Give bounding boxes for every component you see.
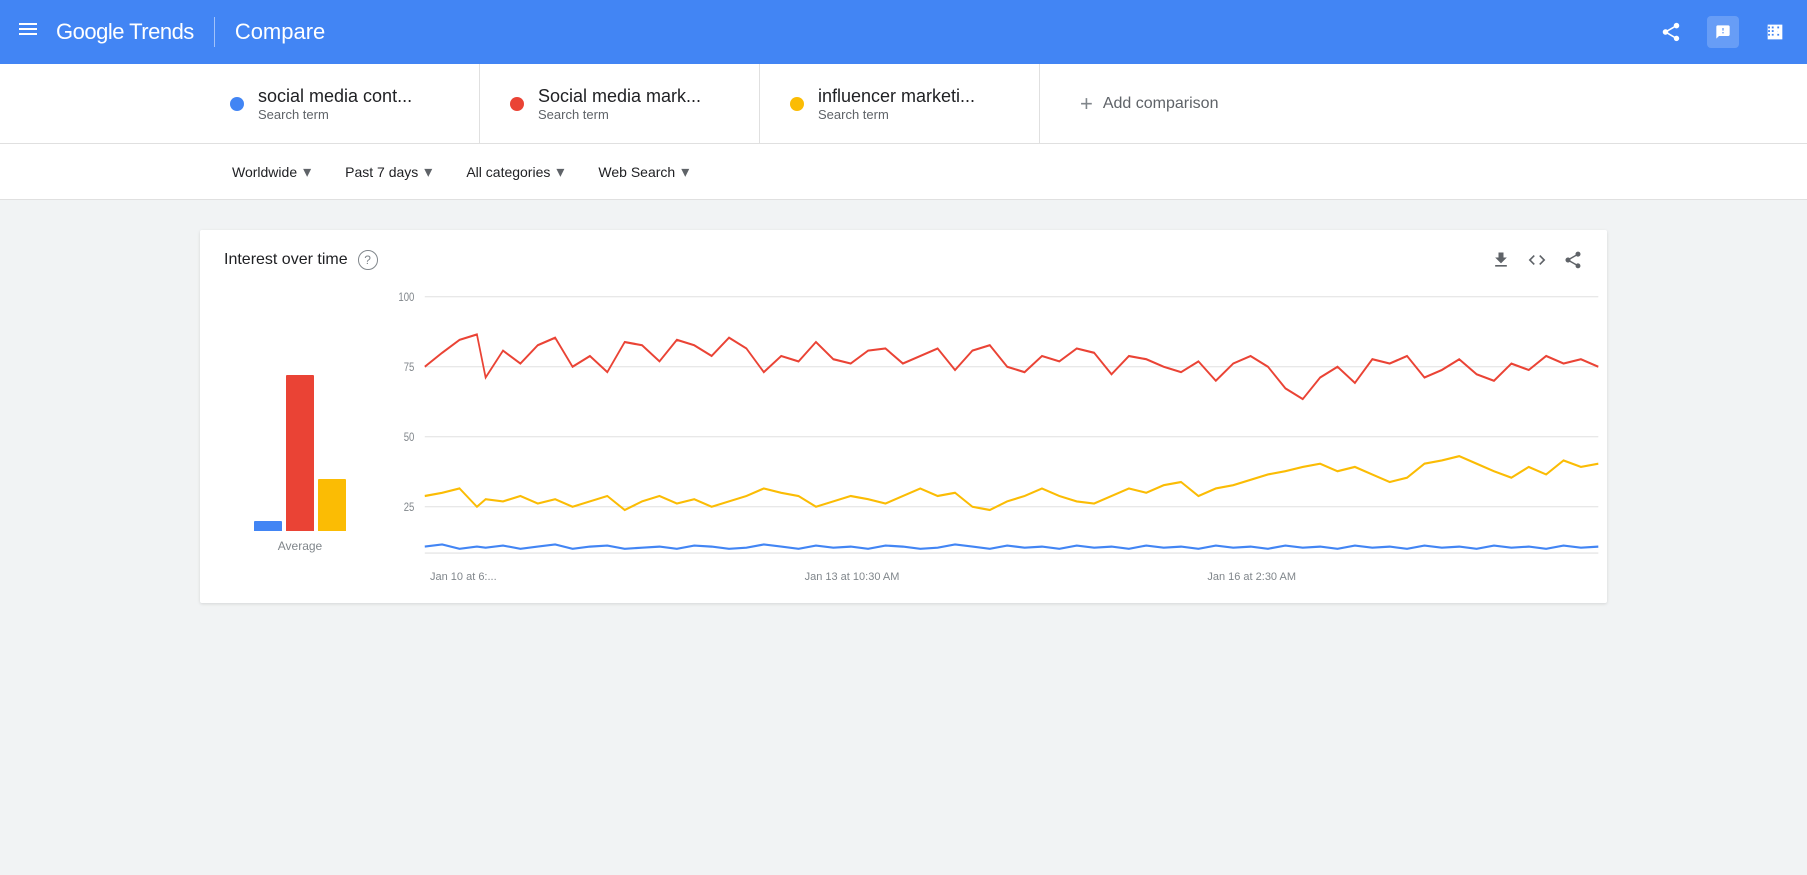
average-bar-chart: Average <box>210 286 390 583</box>
download-icon[interactable] <box>1491 250 1511 270</box>
feedback-icon[interactable] <box>1707 16 1739 48</box>
blue-line <box>425 544 1599 548</box>
add-comparison-button[interactable]: + Add comparison <box>1040 91 1258 117</box>
svg-text:100: 100 <box>398 291 414 304</box>
term1-label: social media cont... <box>258 86 412 107</box>
apps-icon[interactable] <box>1759 16 1791 48</box>
x-label-3: Jan 16 at 2:30 AM <box>1207 571 1296 583</box>
geo-filter[interactable]: Worldwide ▾ <box>220 156 323 188</box>
search-term-2[interactable]: Social media mark... Search term <box>480 64 760 143</box>
bar-yellow <box>318 479 346 531</box>
search-term-3[interactable]: influencer marketi... Search term <box>760 64 1040 143</box>
help-icon[interactable]: ? <box>358 250 378 270</box>
term3-label: influencer marketi... <box>818 86 975 107</box>
header: Google Trends Compare <box>0 0 1807 64</box>
line-chart-area: 100 75 50 25 Jan 10 <box>390 286 1607 583</box>
search-term-1[interactable]: social media cont... Search term <box>200 64 480 143</box>
interest-over-time-card: Interest over time ? <box>200 230 1607 603</box>
app-logo: Google Trends <box>56 19 194 45</box>
svg-text:50: 50 <box>404 431 415 444</box>
term3-dot <box>790 97 804 111</box>
add-comparison-label: Add comparison <box>1103 95 1219 113</box>
page-title: Compare <box>235 19 325 45</box>
search-type-filter[interactable]: Web Search ▾ <box>586 156 701 188</box>
term3-text: influencer marketi... Search term <box>818 86 975 122</box>
x-label-1: Jan 10 at 6:... <box>430 571 497 583</box>
term2-type: Search term <box>538 107 701 122</box>
yellow-line <box>425 456 1599 510</box>
search-terms-bar: social media cont... Search term Social … <box>0 64 1807 144</box>
term3-type: Search term <box>818 107 975 122</box>
line-chart-svg: 100 75 50 25 <box>390 286 1607 566</box>
svg-text:25: 25 <box>404 501 415 514</box>
menu-icon[interactable] <box>16 17 40 47</box>
bar-red <box>286 375 314 531</box>
main-content: Interest over time ? <box>0 200 1807 623</box>
share-chart-icon[interactable] <box>1563 250 1583 270</box>
chart-body: Average 100 75 50 25 <box>200 286 1607 583</box>
search-type-filter-arrow: ▾ <box>681 162 689 182</box>
chart-actions <box>1491 250 1583 270</box>
bar-container <box>254 331 346 531</box>
term2-text: Social media mark... Search term <box>538 86 701 122</box>
time-filter[interactable]: Past 7 days ▾ <box>333 156 444 188</box>
chart-header: Interest over time ? <box>200 250 1607 286</box>
x-axis-labels: Jan 10 at 6:... Jan 13 at 10:30 AM Jan 1… <box>390 571 1607 583</box>
term2-label: Social media mark... <box>538 86 701 107</box>
term2-dot <box>510 97 524 111</box>
term1-dot <box>230 97 244 111</box>
add-icon: + <box>1080 91 1093 117</box>
filter-bar: Worldwide ▾ Past 7 days ▾ All categories… <box>0 144 1807 200</box>
term1-text: social media cont... Search term <box>258 86 412 122</box>
term1-type: Search term <box>258 107 412 122</box>
share-icon[interactable] <box>1655 16 1687 48</box>
embed-icon[interactable] <box>1527 250 1547 270</box>
x-label-2: Jan 13 at 10:30 AM <box>805 571 900 583</box>
category-filter[interactable]: All categories ▾ <box>454 156 576 188</box>
header-actions <box>1655 16 1791 48</box>
time-filter-label: Past 7 days <box>345 164 418 180</box>
category-filter-arrow: ▾ <box>556 162 564 182</box>
chart-title: Interest over time <box>224 251 348 269</box>
search-type-filter-label: Web Search <box>598 164 675 180</box>
geo-filter-label: Worldwide <box>232 164 297 180</box>
header-divider <box>214 17 215 47</box>
bar-blue <box>254 521 282 531</box>
category-filter-label: All categories <box>466 164 550 180</box>
time-filter-arrow: ▾ <box>424 162 432 182</box>
chart-title-area: Interest over time ? <box>224 250 378 270</box>
svg-text:75: 75 <box>404 361 415 374</box>
geo-filter-arrow: ▾ <box>303 162 311 182</box>
average-label: Average <box>278 539 322 553</box>
